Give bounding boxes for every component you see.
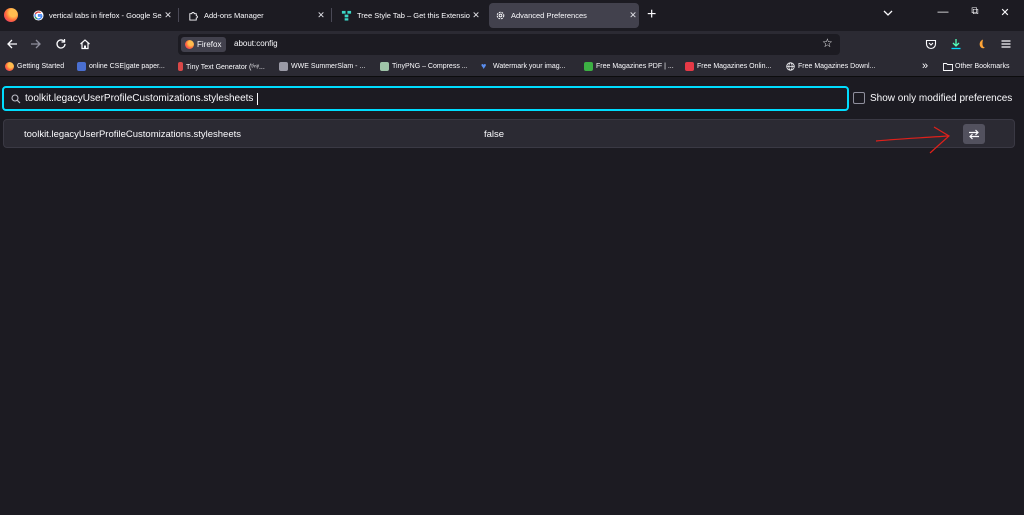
firefox-icon: [185, 40, 194, 49]
bookmark-tiny-text[interactable]: Tiny Text Generator (ᵗⁱⁿʸ...: [178, 62, 265, 71]
globe-icon: [786, 62, 795, 71]
hamburger-menu-icon: [1001, 40, 1011, 48]
bookmark-free-magazines-online[interactable]: Free Magazines Onlin...: [685, 62, 771, 71]
tab-addons-manager[interactable]: Add-ons Manager ✕: [183, 3, 327, 28]
arrow-right-icon: [31, 39, 41, 49]
text-caret: [257, 93, 258, 105]
bookmark-label: WWE SummerSlam - ...: [291, 63, 366, 70]
preference-search-input[interactable]: toolkit.legacyUserProfileCustomizations.…: [2, 86, 849, 111]
toggle-arrows-icon: [969, 129, 979, 139]
restore-button[interactable]: ⧉: [968, 6, 982, 17]
arrow-left-icon: [7, 39, 17, 49]
bookmark-label: Free Magazines Downl...: [798, 63, 876, 70]
search-icon: [11, 94, 21, 104]
bookmark-free-magazines-download[interactable]: Free Magazines Downl...: [786, 62, 875, 71]
bookmark-free-magazines-pdf[interactable]: Free Magazines PDF | ...: [584, 62, 674, 71]
tab-separator: [331, 8, 332, 22]
search-value[interactable]: toolkit.legacyUserProfileCustomizations.…: [25, 93, 253, 104]
chevron-down-icon[interactable]: [882, 7, 894, 19]
reload-icon: [56, 39, 66, 49]
identity-label: Firefox: [197, 40, 222, 49]
bookmark-watermark[interactable]: ♥ Watermark your imag...: [481, 62, 565, 71]
show-modified-checkbox[interactable]: [853, 92, 865, 104]
pocket-icon: [925, 39, 937, 50]
download-icon: [584, 62, 593, 71]
identity-box[interactable]: Firefox: [181, 37, 227, 52]
page-icon: [77, 62, 86, 71]
page-icon: [380, 62, 389, 71]
tab-separator: [178, 8, 179, 22]
pocket-button[interactable]: [922, 35, 940, 53]
extension-button[interactable]: [973, 35, 991, 53]
puzzle-icon: [188, 10, 199, 21]
bookmark-label: online CSE|gate paper...: [89, 63, 165, 70]
page-icon: [685, 62, 694, 71]
downloads-button[interactable]: [947, 35, 965, 53]
page-icon: [178, 62, 183, 71]
app-menu-button[interactable]: [997, 35, 1015, 53]
minimize-button[interactable]: —: [936, 6, 950, 18]
show-modified-toggle[interactable]: Show only modified preferences: [853, 92, 1012, 104]
tab-title: Tree Style Tab – Get this Extension for …: [357, 11, 470, 20]
preference-name: toolkit.legacyUserProfileCustomizations.…: [24, 129, 242, 140]
home-icon: [80, 39, 90, 50]
tab-title: Advanced Preferences: [511, 11, 587, 20]
tab-advanced-preferences[interactable]: Advanced Preferences ✕: [489, 3, 639, 28]
bookmark-label: Free Magazines PDF | ...: [596, 63, 674, 70]
bookmark-label: Watermark your imag...: [493, 63, 566, 70]
close-window-button[interactable]: ✕: [998, 6, 1012, 19]
close-icon[interactable]: ✕: [627, 10, 639, 21]
bookmarks-toolbar: Getting Started online CSE|gate paper...…: [0, 58, 1024, 77]
tree-style-tab-icon: [341, 10, 352, 21]
bookmark-tinypng[interactable]: TinyPNG – Compress ...: [380, 62, 468, 71]
extension-icon: [979, 39, 985, 49]
bookmark-label: Tiny Text Generator (ᵗⁱⁿʸ...: [186, 63, 265, 71]
bookmark-wwe[interactable]: WWE SummerSlam - ...: [279, 62, 365, 71]
google-icon: [33, 10, 44, 21]
tab-google-search[interactable]: vertical tabs in firefox - Google Search…: [28, 3, 174, 28]
forward-button[interactable]: [27, 35, 45, 53]
tab-strip: vertical tabs in firefox - Google Search…: [0, 0, 1024, 31]
home-button[interactable]: [76, 35, 94, 53]
chevron-double-right-icon[interactable]: »: [922, 60, 928, 72]
close-icon[interactable]: ✕: [162, 10, 174, 21]
folder-icon: [943, 62, 953, 71]
bookmark-label: TinyPNG – Compress ...: [392, 63, 468, 70]
new-tab-button[interactable]: +: [647, 7, 656, 23]
tab-tree-style-tab[interactable]: Tree Style Tab – Get this Extension for …: [336, 3, 482, 28]
url-text[interactable]: about:config: [234, 39, 278, 48]
navigation-toolbar: Firefox about:config ☆: [0, 31, 1024, 58]
other-bookmarks-label: Other Bookmarks: [955, 63, 1010, 70]
back-button[interactable]: [3, 35, 21, 53]
toggle-preference-button[interactable]: [963, 124, 985, 144]
bookmark-label: Getting Started: [17, 63, 65, 70]
show-modified-label[interactable]: Show only modified preferences: [870, 93, 1012, 104]
page-icon: [279, 62, 288, 71]
firefox-view-icon[interactable]: [4, 8, 18, 22]
bookmark-star-icon[interactable]: ☆: [822, 36, 833, 50]
bookmark-label: Free Magazines Onlin...: [697, 63, 772, 70]
gear-icon: [495, 10, 506, 21]
bookmark-online-cse[interactable]: online CSE|gate paper...: [77, 62, 165, 71]
preference-row: toolkit.legacyUserProfileCustomizations.…: [3, 119, 1015, 148]
red-arrow-annotation-icon: [875, 126, 951, 154]
url-bar[interactable]: Firefox about:config ☆: [178, 34, 840, 55]
preference-value[interactable]: false: [484, 129, 504, 140]
tab-title: Add-ons Manager: [204, 11, 264, 20]
download-icon: [951, 39, 961, 50]
other-bookmarks-folder[interactable]: Other Bookmarks: [943, 62, 1009, 71]
close-icon[interactable]: ✕: [470, 10, 482, 21]
heart-icon: ♥: [481, 61, 487, 71]
tab-title: vertical tabs in firefox - Google Search: [49, 11, 162, 20]
reload-button[interactable]: [52, 35, 70, 53]
bookmark-getting-started[interactable]: Getting Started: [5, 62, 64, 71]
close-icon[interactable]: ✕: [315, 10, 327, 21]
firefox-icon: [5, 62, 14, 71]
